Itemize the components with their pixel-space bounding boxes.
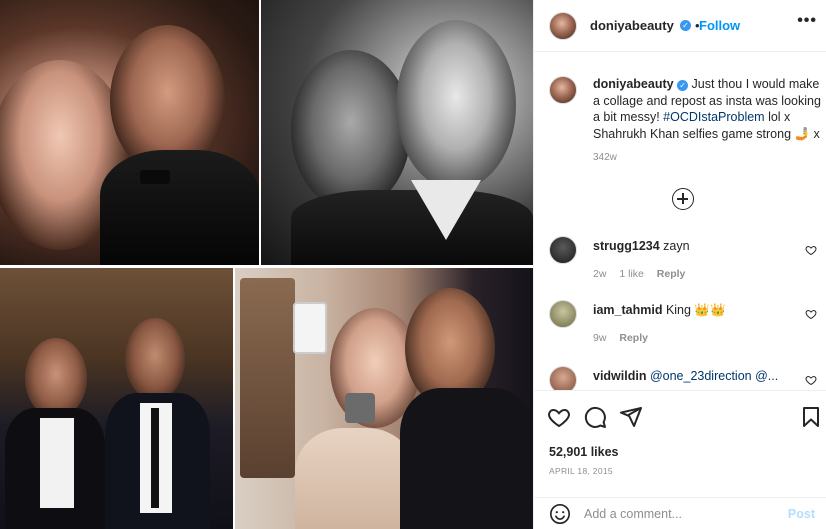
commenter-username[interactable]: iam_tahmid <box>593 303 662 317</box>
photo-two-men-in-suits <box>0 268 233 529</box>
comment-input[interactable] <box>584 504 774 524</box>
commenter-username[interactable]: vidwildin <box>593 369 646 383</box>
commenter-avatar[interactable] <box>549 236 577 264</box>
author-username[interactable]: doniyabeauty <box>590 18 674 33</box>
reply-button[interactable]: Reply <box>657 268 686 280</box>
caption-username[interactable]: doniyabeauty <box>593 77 674 91</box>
post-image-collage[interactable] <box>0 0 533 529</box>
caption-verified-check-icon: ✓ <box>677 80 689 91</box>
emoji-smiley-icon[interactable] <box>549 503 571 525</box>
load-more-comments-icon[interactable] <box>672 188 694 210</box>
comments-list[interactable]: strugg1234 zayn 2w 1 like Reply iam_tahm… <box>534 228 826 390</box>
caption-timestamp[interactable]: 342w <box>593 152 617 163</box>
comment-time[interactable]: 9w <box>593 332 606 344</box>
like-comment-heart-icon[interactable] <box>805 308 817 320</box>
caption-hashtag-link[interactable]: #OCDIstaProblem <box>663 110 764 124</box>
post-sidebar: doniyabeauty ✓ • Follow ••• doniyabeauty… <box>533 0 826 529</box>
verified-check-icon: ✓ <box>680 20 691 31</box>
like-count[interactable]: 52,901 likes <box>549 445 619 459</box>
post-actions: 52,901 likes APRIL 18, 2015 Post <box>534 390 826 529</box>
comment-text: iam_tahmid King 👑👑 <box>593 302 793 318</box>
reply-button[interactable]: Reply <box>619 332 648 344</box>
post-date[interactable]: APRIL 18, 2015 <box>549 466 613 476</box>
photo-selfie-woman-and-man <box>0 0 259 265</box>
like-comment-heart-icon[interactable] <box>805 374 817 386</box>
photo-group-selfie-with-phone <box>235 268 533 529</box>
photo-black-and-white-selfie <box>261 0 533 265</box>
caption-avatar[interactable] <box>549 76 577 104</box>
more-options-icon[interactable]: ••• <box>797 12 817 30</box>
post-comment-button[interactable]: Post <box>788 507 815 521</box>
comment-meta: 9w Reply <box>593 332 658 344</box>
comment-body: @one_23direction @... <box>646 369 779 383</box>
comment-meta: 2w 1 like Reply <box>593 268 695 280</box>
comment-body: King 👑👑 <box>662 303 726 317</box>
commenter-avatar[interactable] <box>549 366 577 390</box>
add-comment-bar: Post <box>534 497 826 529</box>
comment-text: vidwildin @one_23direction @... <box>593 368 793 384</box>
comment-text: strugg1234 zayn <box>593 238 793 254</box>
comment-body: zayn <box>659 239 690 253</box>
comment-bubble-icon[interactable] <box>583 405 607 429</box>
post-header: doniyabeauty ✓ • Follow ••• <box>534 0 826 52</box>
like-comment-heart-icon[interactable] <box>805 244 817 256</box>
comment-time[interactable]: 2w <box>593 268 606 280</box>
commenter-username[interactable]: strugg1234 <box>593 239 660 253</box>
author-avatar[interactable] <box>549 12 577 40</box>
caption-text: doniyabeauty ✓ Just thou I would make a … <box>593 76 825 142</box>
share-paper-plane-icon[interactable] <box>619 405 643 429</box>
like-heart-icon[interactable] <box>547 405 571 429</box>
follow-button[interactable]: Follow <box>699 18 740 33</box>
save-bookmark-icon[interactable] <box>799 405 823 429</box>
commenter-avatar[interactable] <box>549 300 577 328</box>
comment-like-count[interactable]: 1 like <box>619 268 644 280</box>
